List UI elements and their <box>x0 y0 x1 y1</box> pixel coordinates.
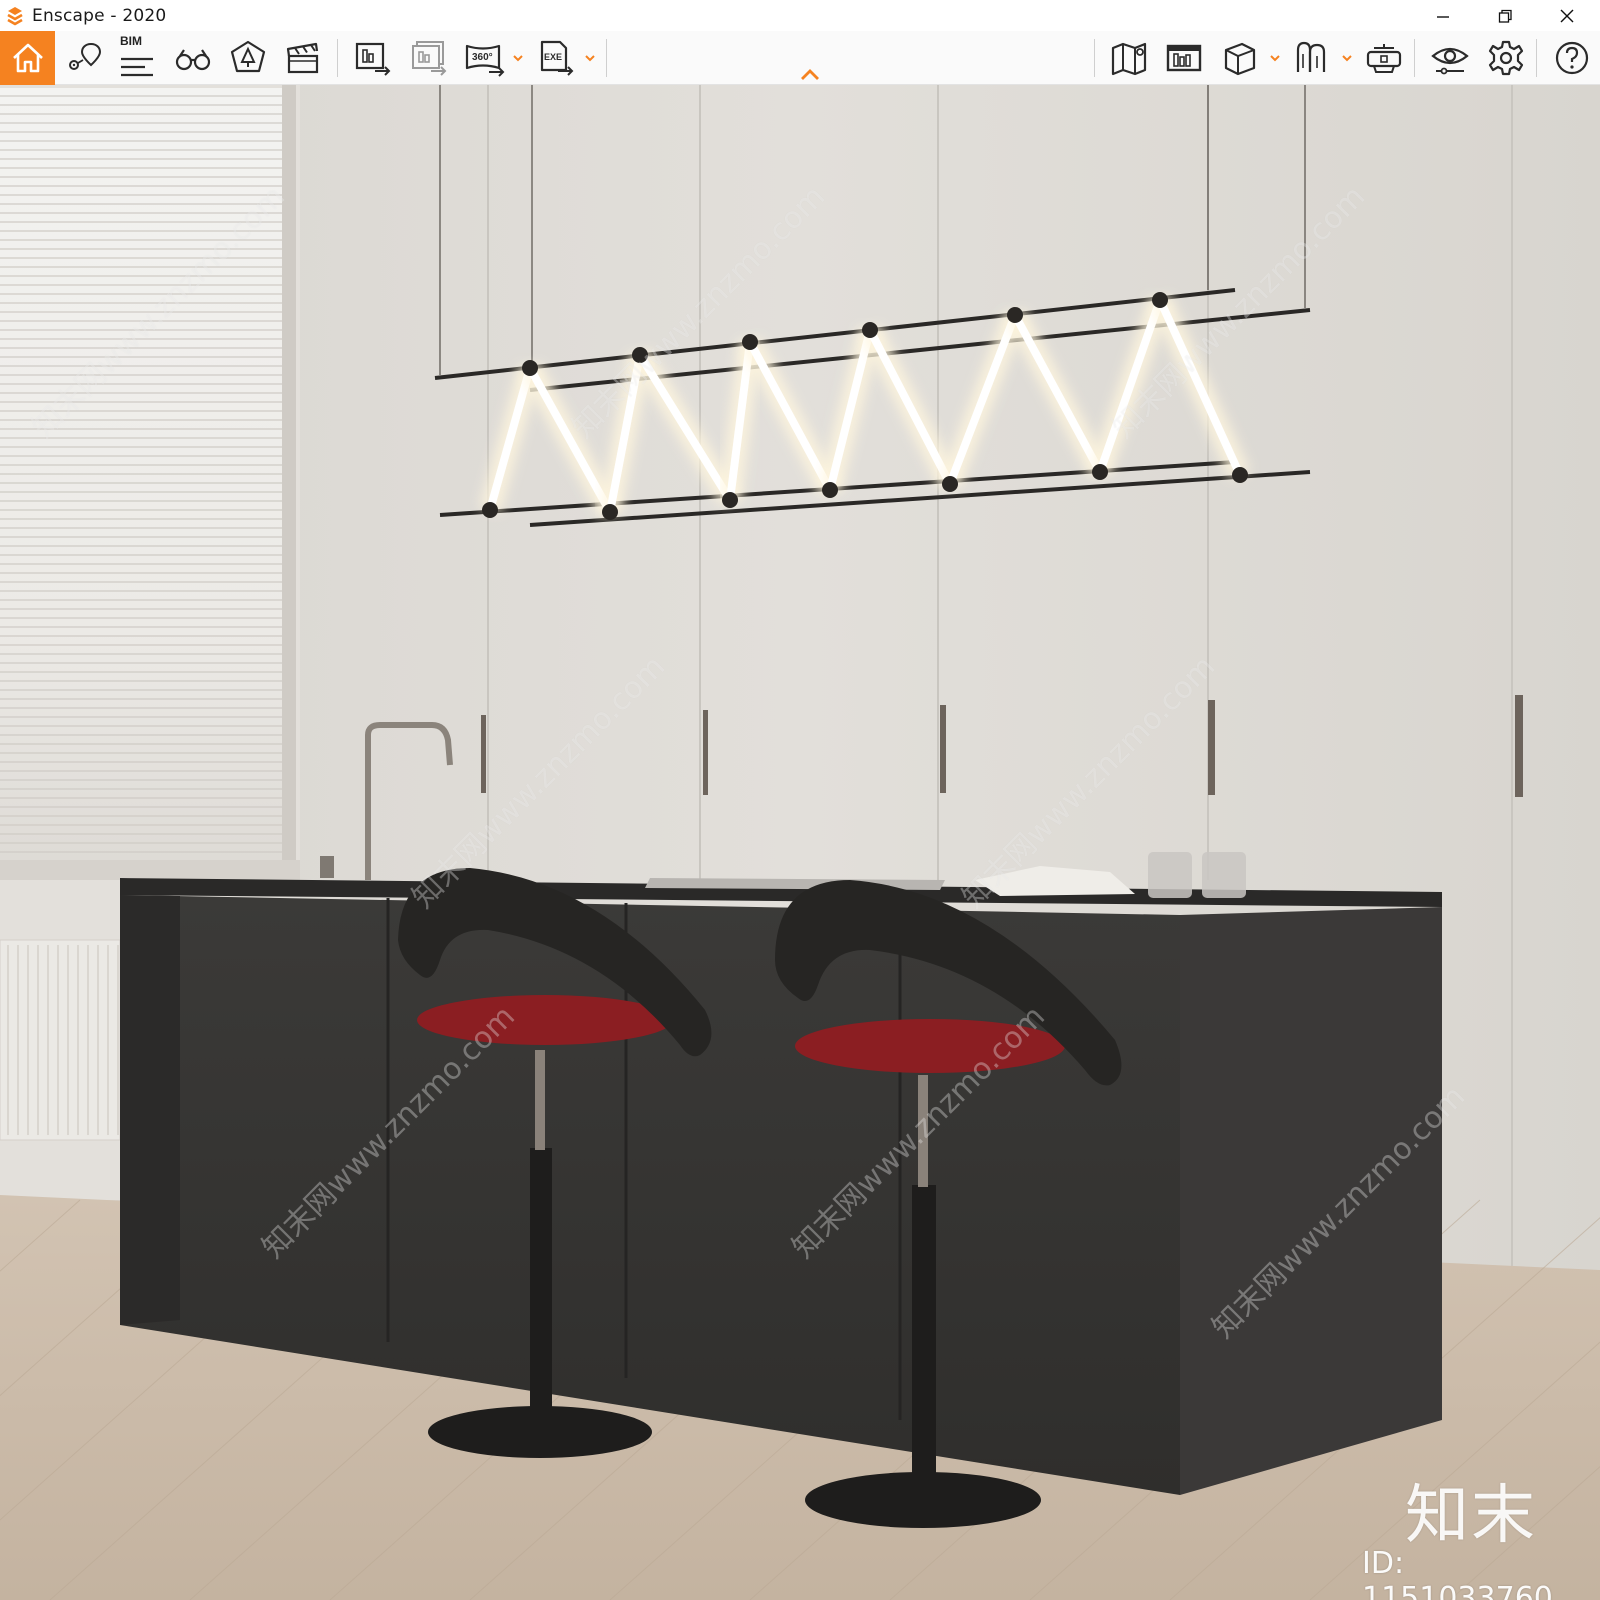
bim-button[interactable]: BIM <box>111 31 163 85</box>
island-side <box>1180 907 1442 1495</box>
general-settings-button[interactable] <box>1480 31 1532 85</box>
enscape-logo-icon <box>7 7 23 26</box>
exe-dropdown-chevron-down-icon[interactable] <box>583 51 597 65</box>
close-button[interactable] <box>1536 0 1598 31</box>
eye-settings-icon <box>1431 47 1469 75</box>
material-dropdown-chevron-down-icon[interactable] <box>1340 51 1354 65</box>
cube-icon <box>1224 42 1256 76</box>
render-viewport[interactable]: 知末网www.znzmo.com 知末网www.znzmo.com 知末网www… <box>0 85 1600 1600</box>
vr-headset-button[interactable] <box>1358 31 1410 85</box>
panorama-dropdown-chevron-down-icon[interactable] <box>511 51 525 65</box>
watermark-id: ID: 1151033760 <box>1362 1546 1553 1600</box>
panorama-export-button[interactable]: 360° <box>459 31 511 85</box>
batch-export-icon <box>412 41 447 76</box>
gear-icon <box>1488 40 1524 76</box>
video-editor-button[interactable] <box>277 31 329 85</box>
asset-library-button[interactable] <box>222 31 274 85</box>
help-icon <box>1555 41 1589 75</box>
toolbar-separator <box>1094 39 1095 77</box>
screenshot-export-button[interactable] <box>347 31 399 85</box>
capture-button[interactable] <box>1158 31 1210 85</box>
panorama-360-icon: 360° <box>465 44 505 77</box>
views-button[interactable] <box>57 31 109 85</box>
minimize-button[interactable] <box>1412 0 1474 31</box>
map-button[interactable] <box>1103 31 1155 85</box>
window-frame <box>282 85 296 885</box>
render-scene-image <box>0 85 1600 1600</box>
exe-export-icon: EXE <box>540 40 574 76</box>
material-icon <box>1296 41 1326 72</box>
island-end-panel <box>120 895 180 1325</box>
map-pin-views-icon <box>69 42 102 70</box>
window-title: Enscape - 2020 <box>32 6 167 26</box>
collapse-toolbar-chevron-up-icon[interactable] <box>798 68 822 82</box>
tree-asset-icon <box>230 40 266 73</box>
watermark-brand: 知末 <box>1405 1479 1537 1553</box>
bim-list-icon <box>121 57 153 77</box>
toolbar-separator <box>1536 39 1537 77</box>
material-editor-button[interactable] <box>1286 31 1338 85</box>
window-sill <box>0 860 300 880</box>
minimize-icon <box>1437 15 1449 18</box>
panorama-360-label: 360° <box>472 52 493 63</box>
capture-screen-icon <box>1166 44 1202 72</box>
close-icon <box>1560 9 1574 22</box>
restore-icon <box>1498 9 1512 23</box>
exe-label: EXE <box>544 52 562 62</box>
bim-label: BIM <box>120 34 142 48</box>
home-icon <box>12 43 43 73</box>
image-export-icon <box>355 42 391 76</box>
home-button[interactable] <box>0 31 55 85</box>
visual-settings-button[interactable] <box>1424 31 1476 85</box>
title-bar: Enscape - 2020 <box>0 0 1600 31</box>
binoculars-icon <box>175 49 211 71</box>
faucet-control <box>320 856 334 878</box>
clapperboard-icon <box>286 42 319 74</box>
section-dropdown-chevron-down-icon[interactable] <box>1268 51 1282 65</box>
toolbar-separator <box>1414 39 1415 77</box>
section-box-button[interactable] <box>1214 31 1266 85</box>
vr-headset-icon <box>1366 44 1402 73</box>
walk-mode-button[interactable] <box>167 31 219 85</box>
batch-render-button[interactable] <box>403 31 455 85</box>
exe-export-button[interactable]: EXE <box>530 31 582 85</box>
map-icon <box>1111 42 1147 76</box>
toolbar-separator <box>606 39 607 77</box>
toolbar-separator <box>337 39 338 77</box>
restore-button[interactable] <box>1474 0 1536 31</box>
help-button[interactable] <box>1546 31 1598 85</box>
